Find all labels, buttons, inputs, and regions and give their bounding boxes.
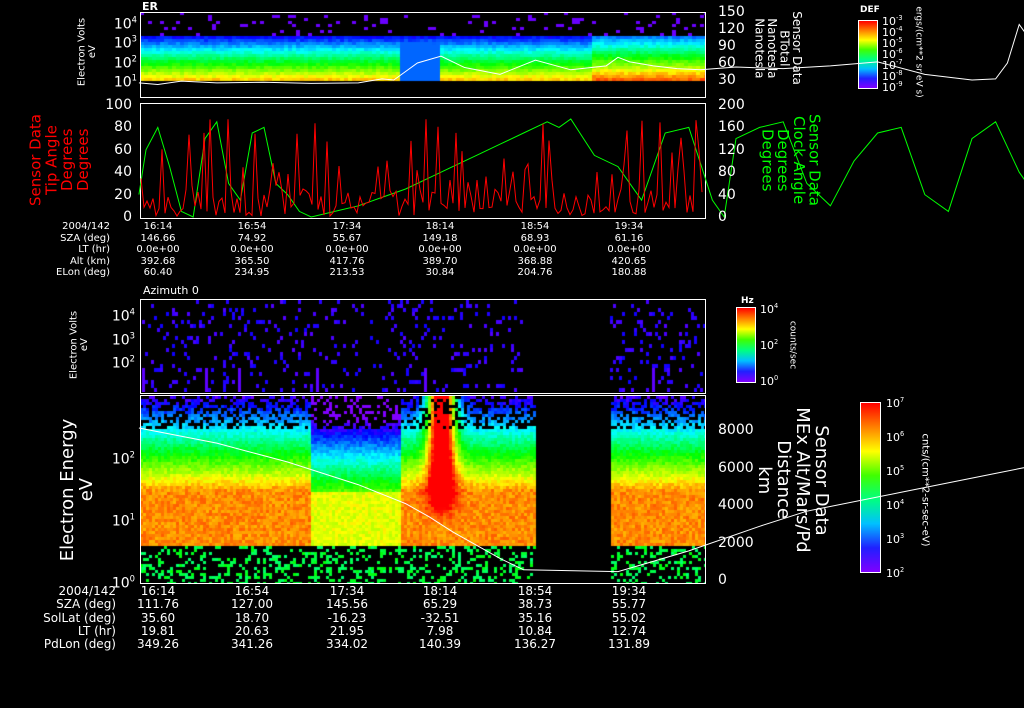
line-overlay (138, 23, 1024, 573)
y-tick-label: 4000 (718, 497, 754, 513)
y-tick-label: 20 (114, 186, 132, 203)
y-tick-label: 80 (114, 119, 132, 136)
y-tick-label: 101 (113, 72, 137, 91)
y-tick-label: 103 (113, 34, 137, 52)
y-tick-label: 160 (718, 119, 745, 136)
y-tick-label: 103 (111, 330, 135, 348)
y-tick-label: 0 (718, 209, 727, 225)
y-tick-label: 102 (113, 53, 137, 72)
y-tick-label: 102 (111, 353, 135, 372)
y-tick-label: 90 (718, 38, 736, 54)
y-tick-label: 200 (718, 97, 745, 113)
y-tick-label: 60 (114, 141, 132, 158)
y-tick-label: 100 (111, 573, 135, 592)
y-tick-label: 101 (111, 511, 135, 530)
y-tick-label: 80 (718, 164, 736, 181)
y-tick-label: 120 (718, 21, 745, 37)
y-tick-label: 60 (718, 55, 736, 71)
y-tick-label: 8000 (718, 422, 754, 438)
clock-angle-line (138, 118, 1024, 219)
y-tick-label: 150 (718, 4, 745, 20)
y-tick-label: 0 (718, 572, 727, 588)
y-tick-label: 6000 (718, 459, 754, 476)
distance-line (138, 427, 1024, 573)
y-tick-label: 2000 (718, 534, 754, 551)
y-tick-label: 40 (114, 164, 132, 181)
y-tick-label: 104 (111, 306, 135, 325)
y-tick-label: 120 (718, 141, 745, 158)
y-tick-label: 30 (718, 72, 736, 88)
y-tick-label: 40 (718, 186, 736, 203)
y-tick-label: 104 (113, 14, 137, 33)
btotal-line (138, 23, 1024, 86)
y-tick-label: 0 (123, 209, 132, 225)
y-tick-label: 100 (105, 97, 132, 113)
y-tick-label: 102 (111, 449, 135, 468)
